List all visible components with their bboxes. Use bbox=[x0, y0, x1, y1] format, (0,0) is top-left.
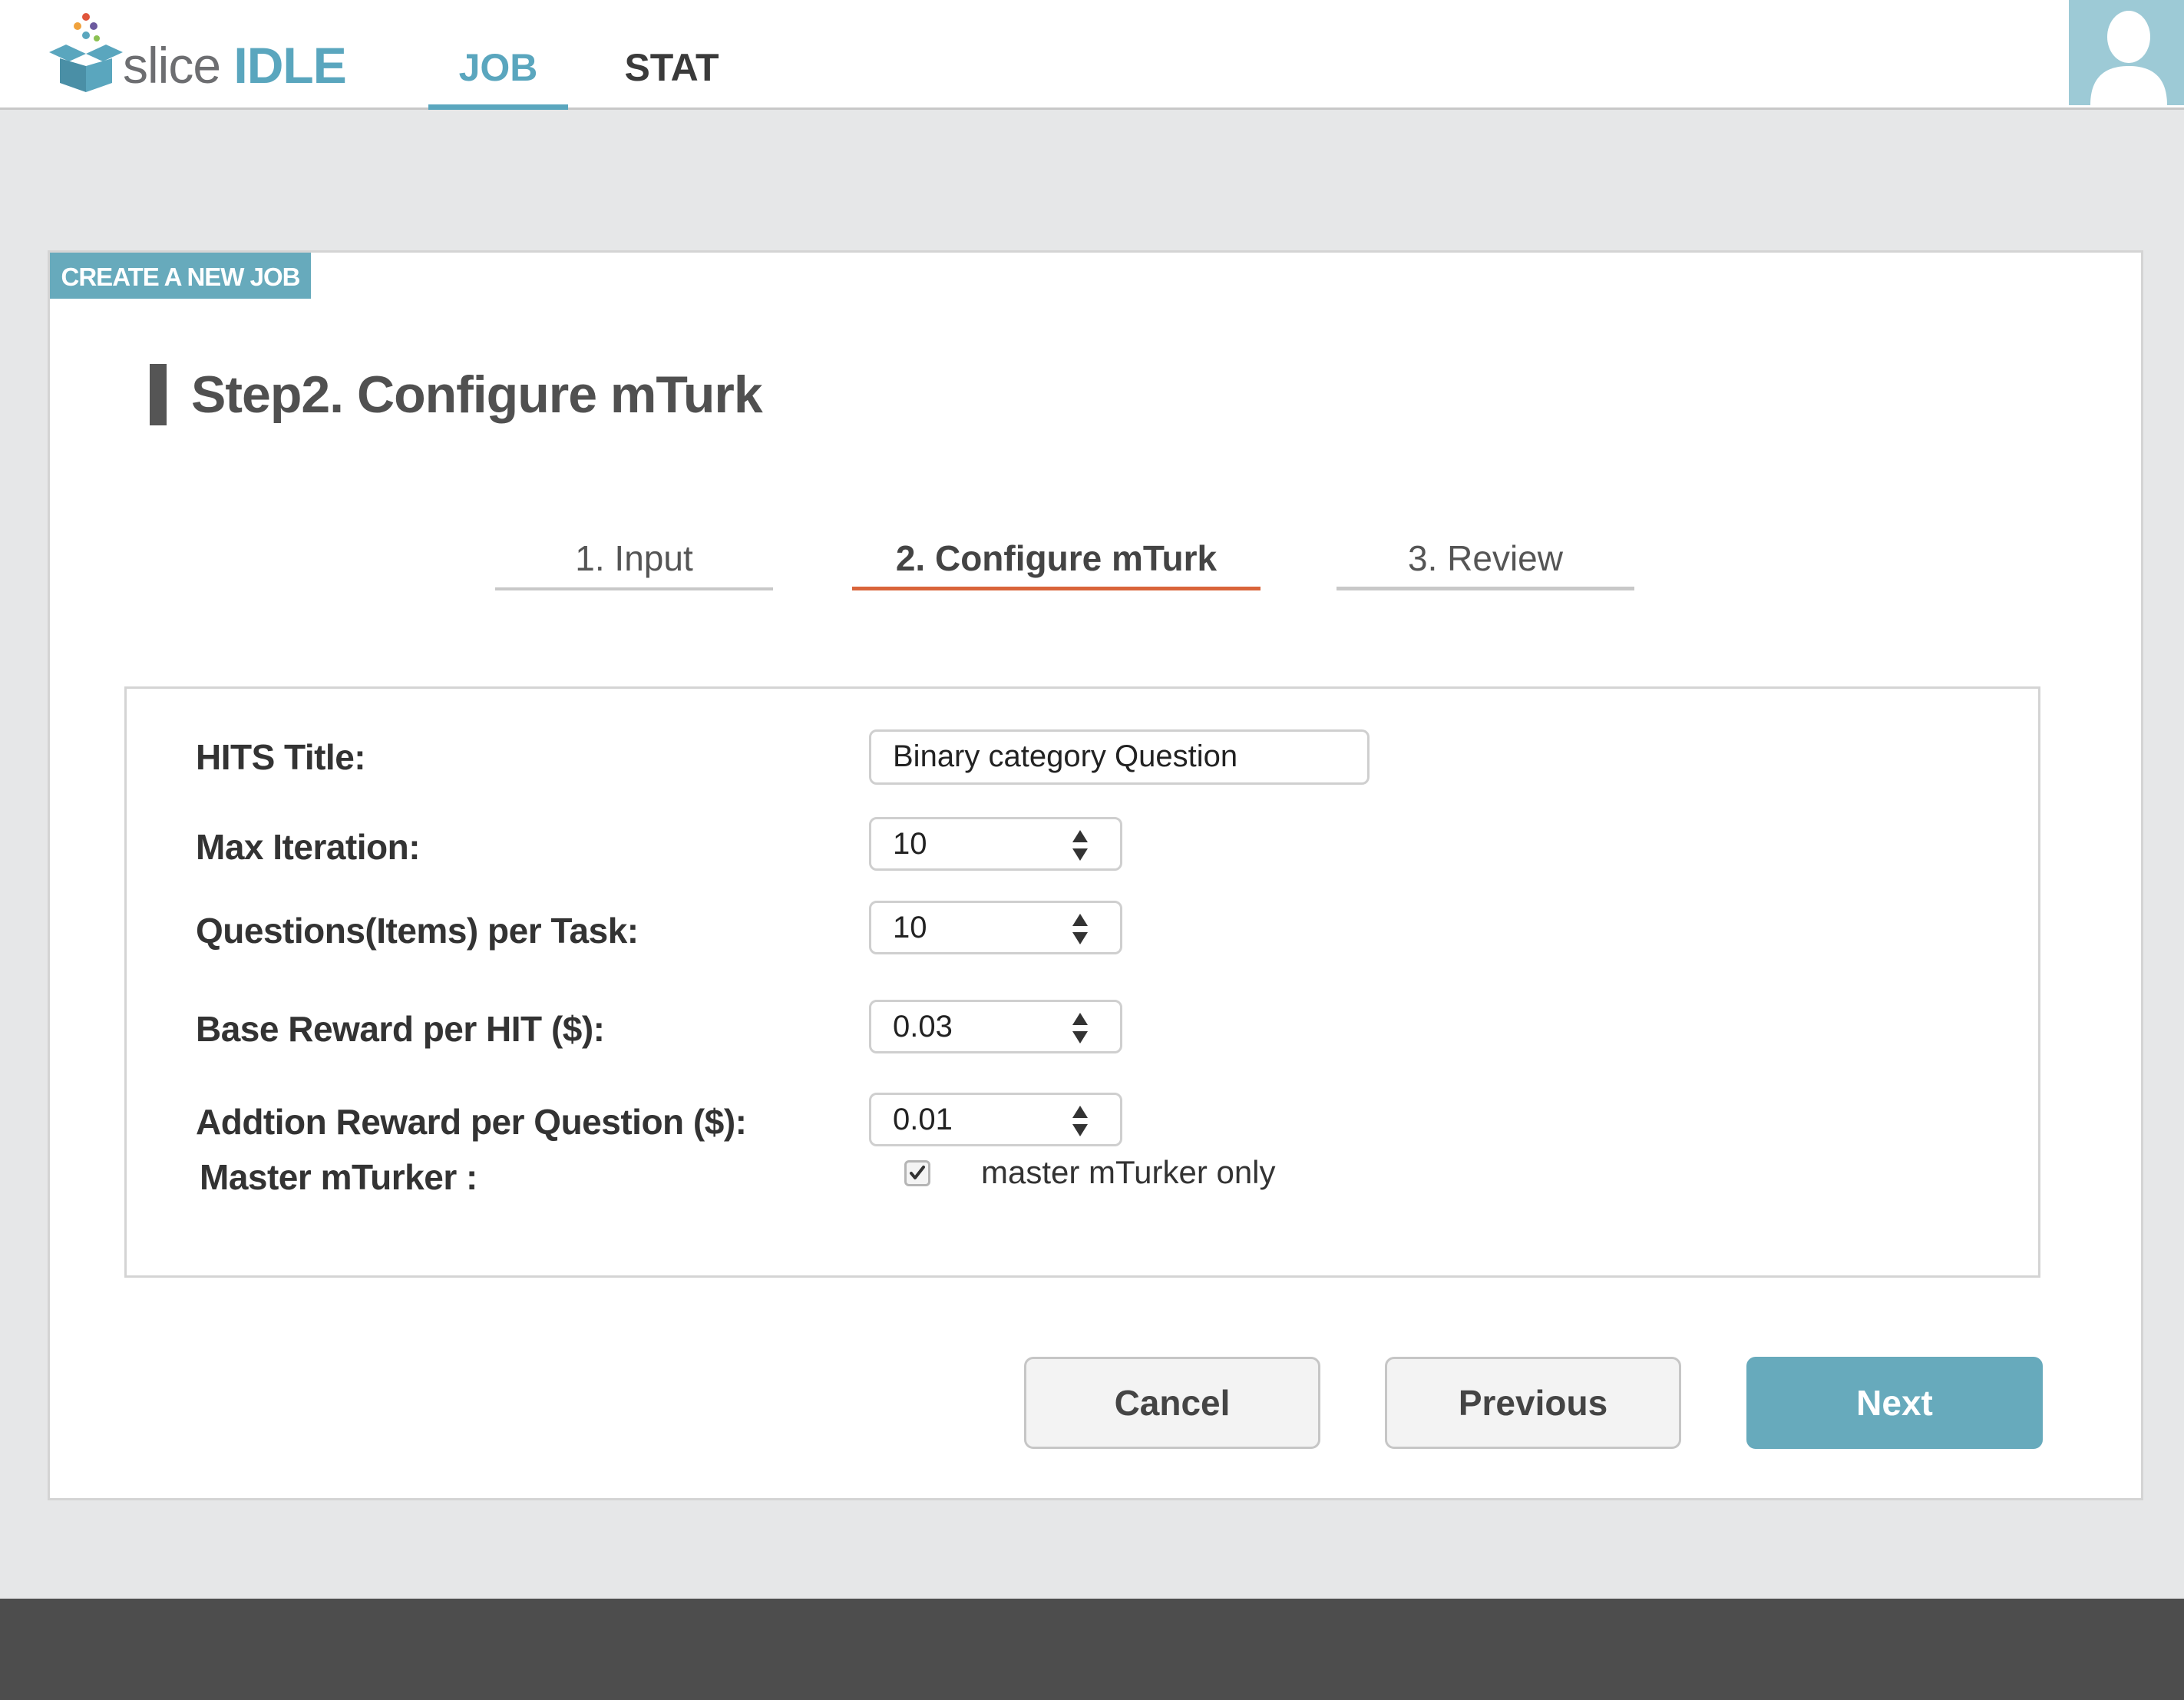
user-silhouette-icon bbox=[2090, 11, 2167, 105]
logo-text-slice: slice bbox=[123, 37, 221, 94]
spinner-arrows-icon[interactable] bbox=[1071, 829, 1089, 862]
app-logo[interactable]: slice IDLE bbox=[43, 9, 350, 94]
page-footer bbox=[0, 1599, 2184, 1700]
max-iteration-value: 10 bbox=[893, 827, 927, 861]
box-logo-icon bbox=[49, 13, 123, 92]
base-reward-stepper[interactable]: 0.03 bbox=[869, 1000, 1122, 1053]
questions-per-task-value: 10 bbox=[893, 911, 927, 944]
user-avatar-button[interactable] bbox=[2069, 0, 2184, 105]
additional-reward-label: Addtion Reward per Question ($): bbox=[196, 1102, 747, 1142]
wizard-step-review[interactable]: 3. Review bbox=[1337, 529, 1634, 590]
previous-button[interactable]: Previous bbox=[1385, 1357, 1681, 1449]
page-title: Step2. Configure mTurk bbox=[150, 364, 763, 425]
wizard-step-configure-mturk[interactable]: 2. Configure mTurk bbox=[852, 529, 1261, 590]
additional-reward-stepper[interactable]: 0.01 bbox=[869, 1093, 1122, 1146]
max-iteration-label: Max Iteration: bbox=[196, 827, 421, 867]
master-mturker-checkbox-label[interactable]: master mTurker only bbox=[981, 1149, 1276, 1196]
master-mturker-checkbox[interactable] bbox=[904, 1160, 930, 1186]
mturk-config-form: HITS Title: Binary category Question Max… bbox=[124, 686, 2040, 1278]
spinner-arrows-icon[interactable] bbox=[1071, 1011, 1089, 1045]
checkmark-icon bbox=[910, 1166, 925, 1179]
hits-title-label: HITS Title: bbox=[196, 737, 366, 777]
hits-title-input[interactable]: Binary category Question bbox=[869, 729, 1370, 785]
max-iteration-stepper[interactable]: 10 bbox=[869, 817, 1122, 871]
base-reward-label: Base Reward per HIT ($): bbox=[196, 1009, 605, 1049]
base-reward-value: 0.03 bbox=[893, 1010, 953, 1043]
nav-tab-stat[interactable]: STAT bbox=[583, 0, 760, 110]
top-navigation-bar: slice IDLE JOB STAT bbox=[0, 0, 2184, 110]
create-job-tag: CREATE A NEW JOB bbox=[50, 253, 311, 299]
spinner-arrows-icon[interactable] bbox=[1071, 1104, 1089, 1138]
nav-tab-job[interactable]: JOB bbox=[428, 0, 568, 110]
master-mturker-label: Master mTurker : bbox=[200, 1157, 477, 1197]
wizard-step-input[interactable]: 1. Input bbox=[495, 529, 773, 590]
next-button[interactable]: Next bbox=[1746, 1357, 2043, 1449]
logo-text-idle: IDLE bbox=[233, 37, 346, 94]
create-job-card: CREATE A NEW JOB Step2. Configure mTurk … bbox=[48, 250, 2143, 1500]
questions-per-task-label: Questions(Items) per Task: bbox=[196, 911, 639, 951]
spinner-arrows-icon[interactable] bbox=[1071, 912, 1089, 946]
questions-per-task-stepper[interactable]: 10 bbox=[869, 901, 1122, 954]
logo-wordmark: slice IDLE bbox=[123, 37, 347, 94]
additional-reward-value: 0.01 bbox=[893, 1103, 953, 1136]
cancel-button[interactable]: Cancel bbox=[1024, 1357, 1320, 1449]
